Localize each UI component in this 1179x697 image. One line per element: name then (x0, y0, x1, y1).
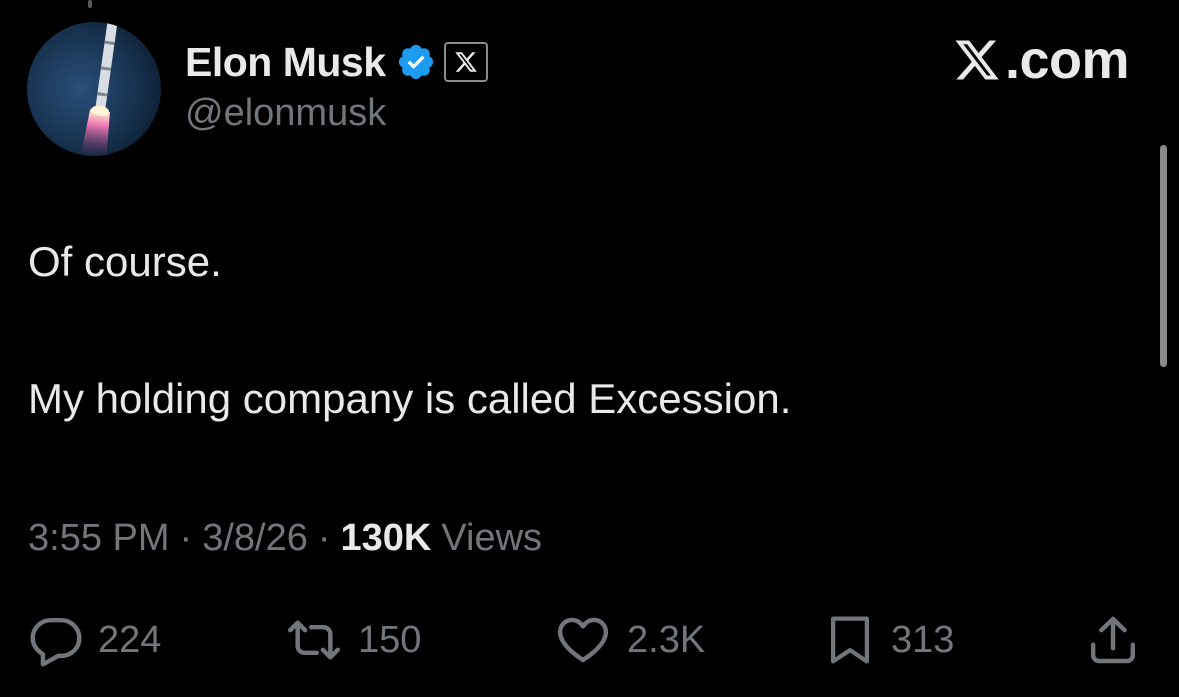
views-count: 130K (340, 517, 432, 559)
retweet-button[interactable]: 150 (284, 612, 421, 668)
reply-count: 224 (98, 618, 162, 661)
site-brand: .com (951, 30, 1130, 90)
retweet-count: 150 (358, 618, 422, 661)
avatar[interactable] (27, 22, 161, 156)
bookmark-icon (823, 612, 877, 668)
tweet-date[interactable]: 3/8/26 (202, 517, 308, 560)
bookmark-count: 313 (891, 618, 955, 661)
tweet-meta: 3:55 PM · 3/8/26 · 130K Views (28, 517, 542, 560)
x-logo-icon (951, 36, 1003, 84)
meta-separator: · (179, 517, 193, 559)
tweet-text-line: Of course. (28, 238, 222, 285)
author-display-name[interactable]: Elon Musk (185, 39, 386, 86)
scroll-indicator-tick (88, 0, 92, 8)
like-count: 2.3K (627, 618, 706, 661)
views-label: Views (441, 517, 543, 559)
share-icon (1085, 612, 1141, 668)
meta-separator: · (317, 517, 331, 559)
heart-icon (553, 612, 613, 668)
author-handle[interactable]: @elonmusk (185, 92, 386, 135)
like-button[interactable]: 2.3K (553, 612, 705, 668)
reply-button[interactable]: 224 (28, 612, 161, 668)
tweet-text-line: My holding company is called Excession. (28, 375, 792, 422)
avatar-rocket-image (27, 22, 161, 156)
author-name-row: Elon Musk (185, 38, 488, 86)
x-logo-icon[interactable] (443, 42, 488, 82)
share-button[interactable] (1085, 612, 1141, 668)
bookmark-button[interactable]: 313 (823, 612, 954, 668)
reply-icon (28, 612, 84, 668)
retweet-icon (284, 612, 344, 668)
tweet-time[interactable]: 3:55 PM (28, 517, 170, 560)
brand-suffix: .com (1004, 30, 1130, 90)
scrollbar[interactable] (1160, 145, 1167, 367)
verified-badge-icon[interactable] (396, 42, 436, 82)
